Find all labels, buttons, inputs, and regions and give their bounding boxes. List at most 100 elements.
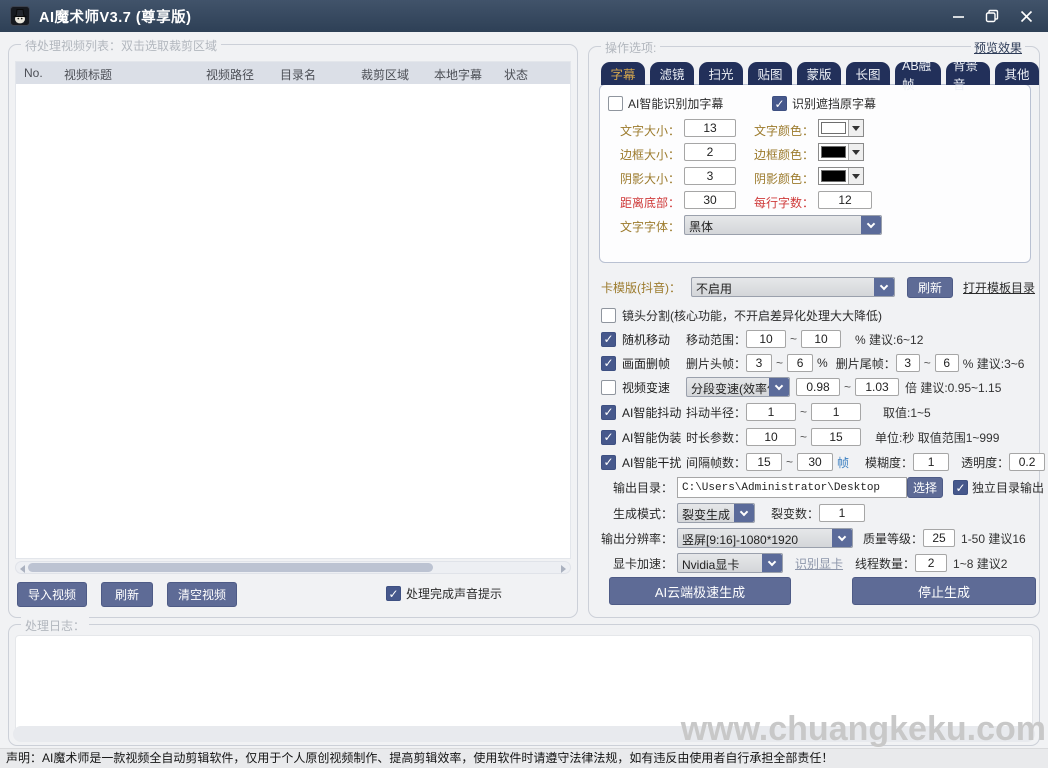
resolution-label: 输出分辨率： bbox=[601, 530, 673, 547]
tab-bgm[interactable]: 背景音 bbox=[946, 62, 990, 85]
tab-filter[interactable]: 滤镜 bbox=[650, 62, 694, 85]
chars-per-line-input[interactable] bbox=[818, 191, 872, 209]
dropdown-arrow-icon[interactable] bbox=[848, 144, 863, 160]
tab-abframes[interactable]: AB融帧 bbox=[895, 62, 941, 85]
gpu-select[interactable]: Nvidia显卡 bbox=[677, 553, 783, 573]
shake-radius-max-input[interactable] bbox=[811, 403, 861, 421]
lens-split-checkbox[interactable]: ✓ bbox=[601, 308, 616, 323]
sound-tip-checkbox[interactable]: ✓ bbox=[386, 586, 401, 601]
threads-input[interactable] bbox=[915, 554, 947, 572]
video-list-panel: 待处理视频列表：双击选取裁剪区域 No. 视频标题 视频路径 目录名 裁剪区域 … bbox=[8, 44, 578, 618]
independent-dir-checkbox[interactable]: ✓ bbox=[953, 480, 968, 495]
head-frames-max-input[interactable] bbox=[787, 354, 813, 372]
template-select[interactable]: 不启用 bbox=[691, 277, 895, 297]
shake-hint: 取值:1~5 bbox=[883, 404, 931, 421]
chevron-down-icon[interactable] bbox=[769, 378, 789, 396]
col-status: 状态 bbox=[504, 66, 528, 83]
tab-other[interactable]: 其他 bbox=[995, 62, 1039, 85]
minimize-button[interactable] bbox=[946, 4, 970, 28]
scroll-left-icon[interactable] bbox=[20, 565, 25, 573]
font-select[interactable]: 黑体 bbox=[684, 215, 882, 235]
horizontal-scrollbar[interactable] bbox=[15, 561, 571, 574]
speed-max-input[interactable] bbox=[855, 378, 899, 396]
frame-delete-checkbox[interactable]: ✓ bbox=[601, 356, 616, 371]
duration-max-input[interactable] bbox=[811, 428, 861, 446]
alpha-input[interactable] bbox=[1009, 453, 1045, 471]
tail-frames-max-input[interactable] bbox=[935, 354, 959, 372]
options-panel: 操作选项: 预览效果 字幕 滤镜 扫光 贴图 蒙版 长图 AB融帧 背景音 其他… bbox=[588, 46, 1040, 618]
clear-video-button[interactable]: 清空视频 bbox=[167, 582, 237, 607]
tilde-separator: ~ bbox=[844, 380, 851, 394]
interval-max-input[interactable] bbox=[797, 453, 833, 471]
output-dir-input[interactable] bbox=[677, 477, 907, 498]
gen-mode-select[interactable]: 裂变生成 bbox=[677, 503, 755, 523]
shake-radius-min-input[interactable] bbox=[746, 403, 796, 421]
close-button[interactable] bbox=[1014, 4, 1038, 28]
tab-mask[interactable]: 蒙版 bbox=[797, 62, 841, 85]
duration-min-input[interactable] bbox=[746, 428, 796, 446]
ai-disguise-label: AI智能伪装 bbox=[622, 429, 686, 446]
bottom-distance-label: 距离底部： bbox=[604, 194, 680, 211]
bottom-distance-input[interactable] bbox=[684, 191, 736, 209]
choose-dir-button[interactable]: 选择 bbox=[907, 477, 943, 498]
chevron-down-icon[interactable] bbox=[734, 504, 754, 522]
dropdown-arrow-icon[interactable] bbox=[848, 168, 863, 184]
chevron-down-icon[interactable] bbox=[861, 216, 881, 234]
border-size-input[interactable] bbox=[684, 143, 736, 161]
shake-radius-label: 抖动半径： bbox=[686, 404, 746, 421]
tail-frames-min-input[interactable] bbox=[896, 354, 920, 372]
border-color-picker[interactable] bbox=[818, 143, 864, 161]
refresh-list-button[interactable]: 刷新 bbox=[101, 582, 153, 607]
tilde-separator: ~ bbox=[800, 405, 807, 419]
ai-disguise-checkbox[interactable]: ✓ bbox=[601, 430, 616, 445]
interval-min-input[interactable] bbox=[746, 453, 782, 471]
quality-input[interactable] bbox=[923, 529, 955, 547]
tab-sweep[interactable]: 扫光 bbox=[699, 62, 743, 85]
ai-shake-checkbox[interactable]: ✓ bbox=[601, 405, 616, 420]
ai-interfere-checkbox[interactable]: ✓ bbox=[601, 455, 616, 470]
speed-min-input[interactable] bbox=[796, 378, 840, 396]
detect-gpu-link[interactable]: 识别显卡 bbox=[795, 555, 843, 572]
speed-mode-select[interactable]: 分段变速(效率优 bbox=[686, 377, 790, 397]
move-range-max-input[interactable] bbox=[801, 330, 841, 348]
speed-hint: 倍 建议:0.95~1.15 bbox=[905, 379, 1001, 396]
stop-generate-button[interactable]: 停止生成 bbox=[852, 577, 1036, 605]
video-table[interactable]: No. 视频标题 视频路径 目录名 裁剪区域 本地字幕 状态 bbox=[15, 61, 571, 559]
text-color-picker[interactable] bbox=[818, 119, 864, 137]
open-template-dir-link[interactable]: 打开模板目录 bbox=[963, 279, 1035, 296]
chevron-down-icon[interactable] bbox=[832, 529, 852, 547]
dropdown-arrow-icon[interactable] bbox=[848, 120, 863, 136]
split-count-input[interactable] bbox=[819, 504, 865, 522]
tilde-separator: ~ bbox=[924, 356, 931, 370]
move-range-min-input[interactable] bbox=[746, 330, 786, 348]
cover-original-checkbox[interactable]: ✓ bbox=[772, 96, 787, 111]
tab-sticker[interactable]: 贴图 bbox=[748, 62, 792, 85]
move-range-label: 移动范围： bbox=[686, 331, 746, 348]
blur-input[interactable] bbox=[913, 453, 949, 471]
speed-change-checkbox[interactable]: ✓ bbox=[601, 380, 616, 395]
random-move-checkbox[interactable]: ✓ bbox=[601, 332, 616, 347]
resolution-select[interactable]: 竖屏[9:16]-1080*1920 bbox=[677, 528, 853, 548]
ai-add-subtitle-checkbox[interactable]: ✓ bbox=[608, 96, 623, 111]
shadow-size-input[interactable] bbox=[684, 167, 736, 185]
scroll-right-icon[interactable] bbox=[561, 565, 566, 573]
restore-icon bbox=[985, 9, 999, 23]
import-video-button[interactable]: 导入视频 bbox=[17, 582, 87, 607]
chevron-down-icon[interactable] bbox=[874, 278, 894, 296]
col-path: 视频路径 bbox=[206, 66, 254, 83]
maximize-button[interactable] bbox=[980, 4, 1004, 28]
scrollbar-thumb[interactable] bbox=[28, 563, 433, 572]
tab-longimage[interactable]: 长图 bbox=[846, 62, 890, 85]
cloud-generate-button[interactable]: AI云端极速生成 bbox=[609, 577, 791, 605]
template-refresh-button[interactable]: 刷新 bbox=[907, 277, 953, 298]
text-size-input[interactable] bbox=[684, 119, 736, 137]
preview-effect-link[interactable]: 预览效果 bbox=[971, 39, 1025, 56]
gen-mode-value: 裂变生成 bbox=[678, 504, 734, 522]
chevron-down-icon[interactable] bbox=[762, 554, 782, 572]
tab-subtitle[interactable]: 字幕 bbox=[601, 62, 645, 85]
quality-hint: 1-50 建议16 bbox=[961, 530, 1026, 547]
head-frames-min-input[interactable] bbox=[746, 354, 772, 372]
window-title: AI魔术师V3.7 (尊享版) bbox=[39, 6, 192, 27]
watermark: www.chuangkeku.com bbox=[681, 710, 1046, 749]
shadow-color-picker[interactable] bbox=[818, 167, 864, 185]
